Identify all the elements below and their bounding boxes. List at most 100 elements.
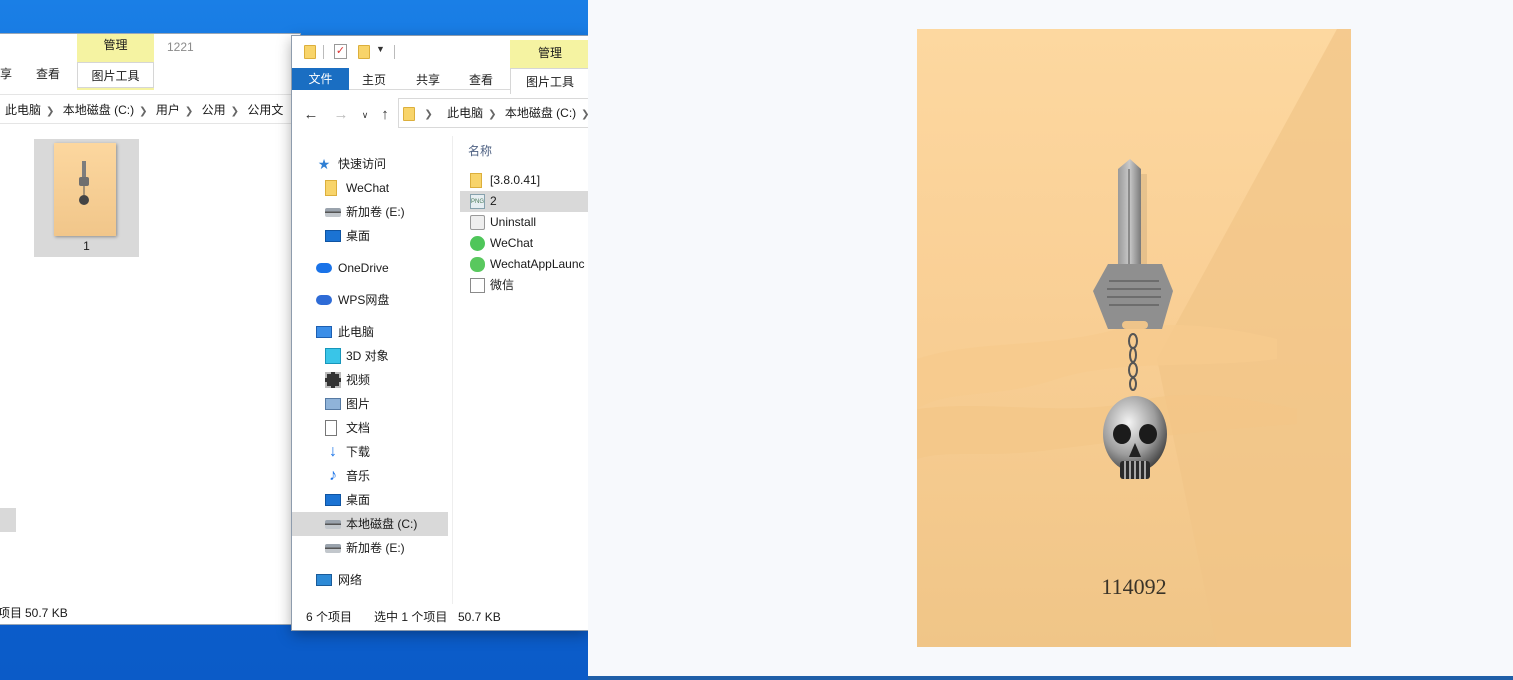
- chevron-right-icon: ❯: [488, 109, 497, 120]
- file-row-png[interactable]: PNG 2: [460, 191, 588, 212]
- tab-file[interactable]: 文件: [292, 68, 349, 90]
- chevron-right-icon: ❯: [139, 106, 148, 117]
- pane-divider[interactable]: [452, 136, 453, 604]
- folder-icon[interactable]: [304, 45, 316, 59]
- address-bar[interactable]: 此电脑 ❯ 本地磁盘 (C:) ❯ 用户 ❯ 公用 ❯ 公用文: [0, 94, 300, 124]
- tab-picture-tools[interactable]: 图片工具: [510, 68, 588, 94]
- status-size: 50.7 KB: [458, 610, 501, 624]
- nav-item-quick-access[interactable]: ★ 快速访问: [292, 152, 448, 176]
- folder-icon: [470, 173, 482, 188]
- file-row-folder[interactable]: [3.8.0.41]: [460, 170, 588, 191]
- drive-icon: [325, 520, 341, 529]
- drive-icon: [325, 208, 341, 217]
- wechat-app-icon: [470, 257, 485, 272]
- wps-cloud-icon: [316, 295, 332, 305]
- file-row-weixin-shortcut[interactable]: 微信: [460, 275, 588, 296]
- navigation-pane[interactable]: ★ 快速访问 WeChat 新加卷 (E:) 桌面 OneDrive WPS网盘…: [292, 146, 452, 606]
- explorer-window-back[interactable]: 享 查看 管理 图片工具 1221 此电脑 ❯ 本地磁盘 (C:) ❯ 用户 ❯ 公用…: [0, 34, 300, 624]
- nav-item-label: 网络: [338, 573, 363, 587]
- nav-item-label: 快速访问: [338, 157, 387, 171]
- breadcrumb-public-docs[interactable]: 公用文: [242, 95, 288, 123]
- nav-item-local-disk-c[interactable]: 本地磁盘 (C:): [292, 512, 448, 536]
- nav-item-onedrive[interactable]: OneDrive: [292, 256, 448, 280]
- displayed-image: 114092: [917, 29, 1351, 647]
- file-name: [3.8.0.41]: [490, 173, 541, 187]
- tab-share[interactable]: 共享: [410, 68, 446, 92]
- new-folder-icon[interactable]: [358, 45, 370, 59]
- nav-item-3d-objects[interactable]: 3D 对象: [292, 344, 448, 368]
- breadcrumb-this-pc[interactable]: 此电脑: [0, 95, 46, 123]
- weixin-shortcut-icon: [470, 278, 485, 293]
- file-row-wechat[interactable]: WeChat: [460, 233, 588, 254]
- window-title: 1221: [167, 40, 194, 54]
- breadcrumb-local-disk[interactable]: 本地磁盘 (C:): [500, 99, 581, 127]
- nav-item-wps-cloud[interactable]: WPS网盘: [292, 288, 448, 312]
- nav-item-volume-e-pc[interactable]: 新加卷 (E:): [292, 536, 448, 560]
- tab-share[interactable]: 享: [0, 62, 18, 86]
- context-group-title: 管理: [103, 38, 128, 52]
- nav-item-label: 文档: [346, 421, 371, 435]
- wechat-icon: [470, 236, 485, 251]
- onedrive-icon: [316, 263, 332, 273]
- back-arrow-icon[interactable]: ←: [300, 100, 322, 130]
- context-tab-group: 管理 图片工具: [510, 40, 588, 94]
- nav-item-documents[interactable]: 文档: [292, 416, 448, 440]
- status-size: 50.7 KB: [25, 606, 68, 620]
- desktop-icon: [325, 230, 341, 242]
- tab-picture-tools[interactable]: 图片工具: [77, 62, 154, 88]
- forward-arrow-icon[interactable]: →: [330, 100, 352, 130]
- nav-item-this-pc[interactable]: 此电脑: [292, 320, 448, 344]
- desktop-icon: [325, 494, 341, 506]
- file-row-wechat-app-launcher[interactable]: WechatAppLaunc: [460, 254, 588, 275]
- breadcrumb-local-disk[interactable]: 本地磁盘 (C:): [58, 95, 139, 123]
- document-icon: [325, 420, 337, 436]
- nav-item-label: 图片: [346, 397, 371, 411]
- nav-item-label: 本地磁盘 (C:): [346, 517, 418, 531]
- properties-check-icon[interactable]: ✓: [334, 44, 347, 59]
- nav-item-music[interactable]: ♪ 音乐: [292, 464, 448, 488]
- customize-toolbar-dropdown-icon[interactable]: ▼: [376, 44, 385, 54]
- photo-viewer-window[interactable]: 114092: [588, 0, 1513, 678]
- breadcrumb-this-pc[interactable]: 此电脑: [442, 99, 488, 127]
- file-row-uninstall[interactable]: Uninstall: [460, 212, 588, 233]
- nav-item-label: 视频: [346, 373, 371, 387]
- nav-item-network[interactable]: 网络: [292, 568, 448, 592]
- file-name: WechatAppLaunc: [490, 257, 585, 271]
- explorer-window-front[interactable]: ✓ ▼ 文件 主页 共享 查看 管理 图片工具 ← → ∨ ↑ ❯ 此电脑 ❯ 本…: [292, 36, 588, 630]
- context-tab-group: 管理 图片工具: [77, 34, 154, 90]
- tab-view[interactable]: 查看: [30, 62, 66, 86]
- nav-item-volume-e[interactable]: 新加卷 (E:): [292, 200, 448, 224]
- film-icon: [325, 372, 341, 388]
- file-name-label: 1: [83, 239, 90, 253]
- cube-icon: [325, 348, 341, 364]
- image-thumbnail: [54, 143, 116, 236]
- file-name: 2: [490, 194, 497, 208]
- nav-item-wechat[interactable]: WeChat: [292, 176, 448, 200]
- file-name: WeChat: [490, 236, 534, 250]
- music-icon: ♪: [329, 467, 337, 484]
- status-item-count: 6 个项目: [306, 610, 353, 624]
- recent-locations-dropdown-icon[interactable]: ∨: [354, 100, 376, 130]
- nav-item-desktop-pc[interactable]: 桌面: [292, 488, 448, 512]
- nav-item-label: WeChat: [346, 181, 390, 195]
- nav-item-pictures[interactable]: 图片: [292, 392, 448, 416]
- tab-home[interactable]: 主页: [356, 68, 392, 92]
- chevron-right-icon: ❯: [230, 106, 239, 117]
- status-items: 项目: [0, 606, 23, 620]
- key-skull-illustration-icon: [917, 29, 1351, 647]
- uninstall-icon: [470, 215, 485, 230]
- address-bar[interactable]: ❯ 此电脑❯ 本地磁盘 (C:)❯: [398, 98, 588, 128]
- tab-view[interactable]: 查看: [463, 68, 499, 92]
- column-header-name[interactable]: 名称: [468, 142, 492, 159]
- up-arrow-icon[interactable]: ↑: [374, 100, 396, 130]
- nav-item-videos[interactable]: 视频: [292, 368, 448, 392]
- file-list-pane[interactable]: 名称 [3.8.0.41] PNG 2 Uninstall WeChat Wec…: [460, 136, 588, 606]
- breadcrumb-public[interactable]: 公用: [197, 95, 231, 123]
- breadcrumb-users[interactable]: 用户: [151, 95, 185, 123]
- nav-item-downloads[interactable]: ↓ 下载: [292, 440, 448, 464]
- nav-item-label: 桌面: [346, 229, 371, 243]
- nav-item-desktop[interactable]: 桌面: [292, 224, 448, 248]
- navigation-buttons: ← → ∨ ↑: [292, 100, 398, 130]
- file-thumbnail-tile[interactable]: 1: [34, 139, 139, 257]
- download-icon: ↓: [329, 443, 337, 460]
